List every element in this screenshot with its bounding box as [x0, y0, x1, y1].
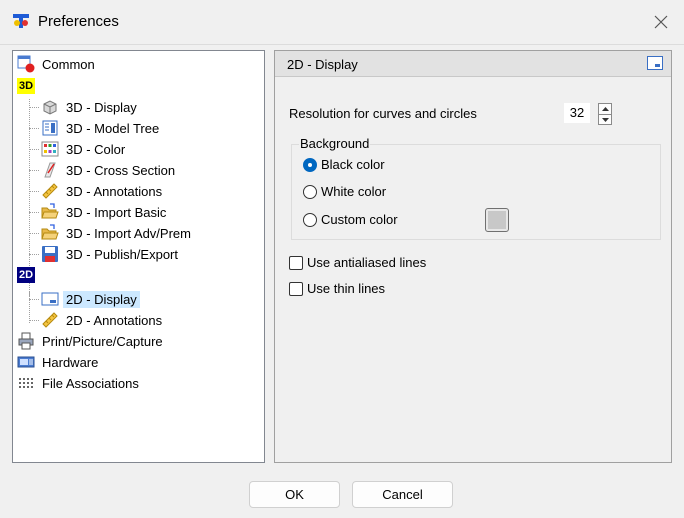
- ruler-icon: [41, 311, 59, 329]
- checkbox-label: Use antialiased lines: [307, 255, 427, 270]
- cancel-button[interactable]: Cancel: [352, 481, 453, 508]
- radio-custom-color[interactable]: Custom color: [303, 212, 398, 227]
- tree-item-3d-cross-section[interactable]: 3D - Cross Section: [41, 160, 178, 180]
- model-tree-icon: [41, 119, 59, 137]
- tree-item-label: 3D - Import Adv/Prem: [66, 225, 191, 241]
- printer-icon: [17, 332, 35, 350]
- checkbox[interactable]: [289, 281, 303, 296]
- window-icon: [41, 290, 59, 308]
- tree-item-2d-annotations[interactable]: 2D - Annotations: [41, 310, 165, 330]
- tree-item-label: 3D - Display: [66, 99, 137, 115]
- ok-button[interactable]: OK: [249, 481, 340, 508]
- custom-color-swatch-button[interactable]: [485, 208, 509, 232]
- tree-item-3d-display[interactable]: 3D - Display: [41, 97, 140, 117]
- radio-label: Black color: [321, 157, 385, 172]
- 3d-group-icon: 3D: [17, 78, 35, 94]
- cube-icon: [41, 98, 59, 116]
- color-palette-icon: [41, 140, 59, 158]
- tree-item-label: 3D - Cross Section: [66, 162, 176, 178]
- panel-title: 2D - Display: [287, 57, 358, 72]
- radio-button[interactable]: [303, 184, 317, 199]
- thin-lines-checkbox[interactable]: Use thin lines: [289, 281, 385, 296]
- tree-item-3d-model-tree[interactable]: 3D - Model Tree: [41, 118, 162, 138]
- tree-item-label: 3D - Color: [66, 141, 126, 157]
- common-settings-icon: [17, 55, 35, 73]
- cross-section-icon: [41, 161, 59, 179]
- tree-item-3d-annotations[interactable]: 3D - Annotations: [41, 181, 165, 201]
- background-group-label: Background: [299, 136, 371, 151]
- 2d-group-icon: 2D: [17, 267, 35, 283]
- tree-item-file-associations[interactable]: File Associations: [17, 373, 142, 393]
- antialiased-lines-checkbox[interactable]: Use antialiased lines: [289, 255, 426, 270]
- radio-label: Custom color: [321, 212, 398, 227]
- tree-item-label: 2D - Annotations: [66, 312, 163, 328]
- tree-item-label: 2D - Display: [63, 290, 140, 308]
- file-associations-icon: [17, 374, 35, 392]
- tree-item-3d-import-adv[interactable]: 3D - Import Adv/Prem: [41, 223, 194, 243]
- floppy-disk-icon: [41, 245, 59, 263]
- tree-group-2d[interactable]: 2D: [17, 265, 35, 285]
- arrow-down-icon: [601, 117, 609, 122]
- settings-panel: 2D - Display Resolution for curves and c…: [274, 50, 672, 463]
- tree-item-label: 3D - Annotations: [66, 183, 163, 199]
- tree-item-3d-publish-export[interactable]: 3D - Publish/Export: [41, 244, 181, 264]
- close-icon: [654, 15, 668, 29]
- tree-item-label: Hardware: [42, 354, 99, 370]
- title-bar: Preferences: [0, 0, 684, 44]
- spin-down-button[interactable]: [599, 114, 611, 124]
- tree-item-3d-import-basic[interactable]: 3D - Import Basic: [41, 202, 169, 222]
- resolution-spinner[interactable]: [598, 103, 612, 125]
- tree-item-label: 3D - Publish/Export: [66, 246, 178, 262]
- resolution-label: Resolution for curves and circles: [289, 106, 477, 121]
- tree-item-hardware[interactable]: Hardware: [17, 352, 101, 372]
- ruler-icon: [41, 182, 59, 200]
- preferences-tree[interactable]: Common 3D 3D - Display 3D - Model Tree 3…: [12, 50, 265, 463]
- tree-item-common[interactable]: Common: [17, 54, 98, 74]
- panel-header: 2D - Display: [275, 51, 671, 77]
- tree-item-2d-display[interactable]: 2D - Display: [41, 289, 140, 309]
- window-icon: [647, 56, 663, 70]
- window-title: Preferences: [38, 13, 119, 30]
- hardware-icon: [17, 353, 35, 371]
- close-button[interactable]: [638, 0, 684, 44]
- spin-up-button[interactable]: [599, 104, 611, 114]
- arrow-up-icon: [601, 107, 609, 111]
- folder-open-icon: [41, 203, 59, 221]
- app-icon: [12, 12, 30, 30]
- folder-open-icon: [41, 224, 59, 242]
- radio-button[interactable]: [303, 212, 317, 227]
- tree-item-label: 3D - Import Basic: [66, 204, 167, 220]
- tree-item-label: Common: [42, 56, 95, 72]
- tree-item-label: Print/Picture/Capture: [42, 333, 163, 349]
- radio-label: White color: [321, 184, 387, 199]
- tree-item-label: 3D - Model Tree: [66, 120, 160, 136]
- tree-item-3d-color[interactable]: 3D - Color: [41, 139, 128, 159]
- radio-white-color[interactable]: White color: [303, 184, 386, 199]
- radio-black-color[interactable]: Black color: [303, 157, 385, 172]
- tree-item-print[interactable]: Print/Picture/Capture: [17, 331, 166, 351]
- checkbox[interactable]: [289, 255, 303, 270]
- resolution-input[interactable]: 32: [564, 103, 590, 123]
- radio-button-checked[interactable]: [303, 157, 317, 172]
- tree-group-3d[interactable]: 3D: [17, 76, 35, 96]
- tree-item-label: File Associations: [42, 375, 139, 391]
- checkbox-label: Use thin lines: [307, 281, 386, 296]
